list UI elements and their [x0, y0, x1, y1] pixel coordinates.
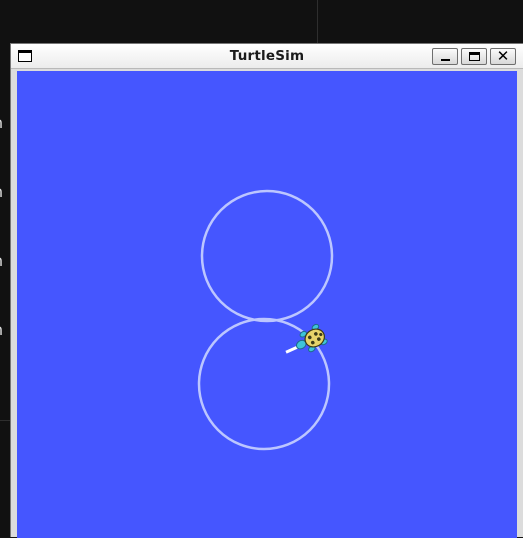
turtlesim-canvas: [17, 71, 517, 538]
maximize-icon: [469, 52, 480, 61]
terminal-text-fragment: n: [0, 322, 3, 338]
close-icon: ✕: [496, 47, 510, 65]
terminal-text-fragment: n: [0, 115, 3, 131]
minimize-button[interactable]: [432, 48, 458, 65]
turtlesim-window: TurtleSim ✕: [10, 43, 523, 538]
window-titlebar[interactable]: TurtleSim ✕: [11, 44, 523, 69]
terminal-text-fragment: n: [0, 184, 3, 200]
close-button[interactable]: ✕: [490, 47, 516, 65]
terminal-pane-divider: [317, 0, 318, 44]
canvas-background: [17, 71, 517, 538]
terminal-text-fragment: n: [0, 253, 3, 269]
minimize-icon: [441, 59, 450, 61]
maximize-button[interactable]: [461, 48, 487, 65]
drawing-surface: [17, 71, 517, 538]
